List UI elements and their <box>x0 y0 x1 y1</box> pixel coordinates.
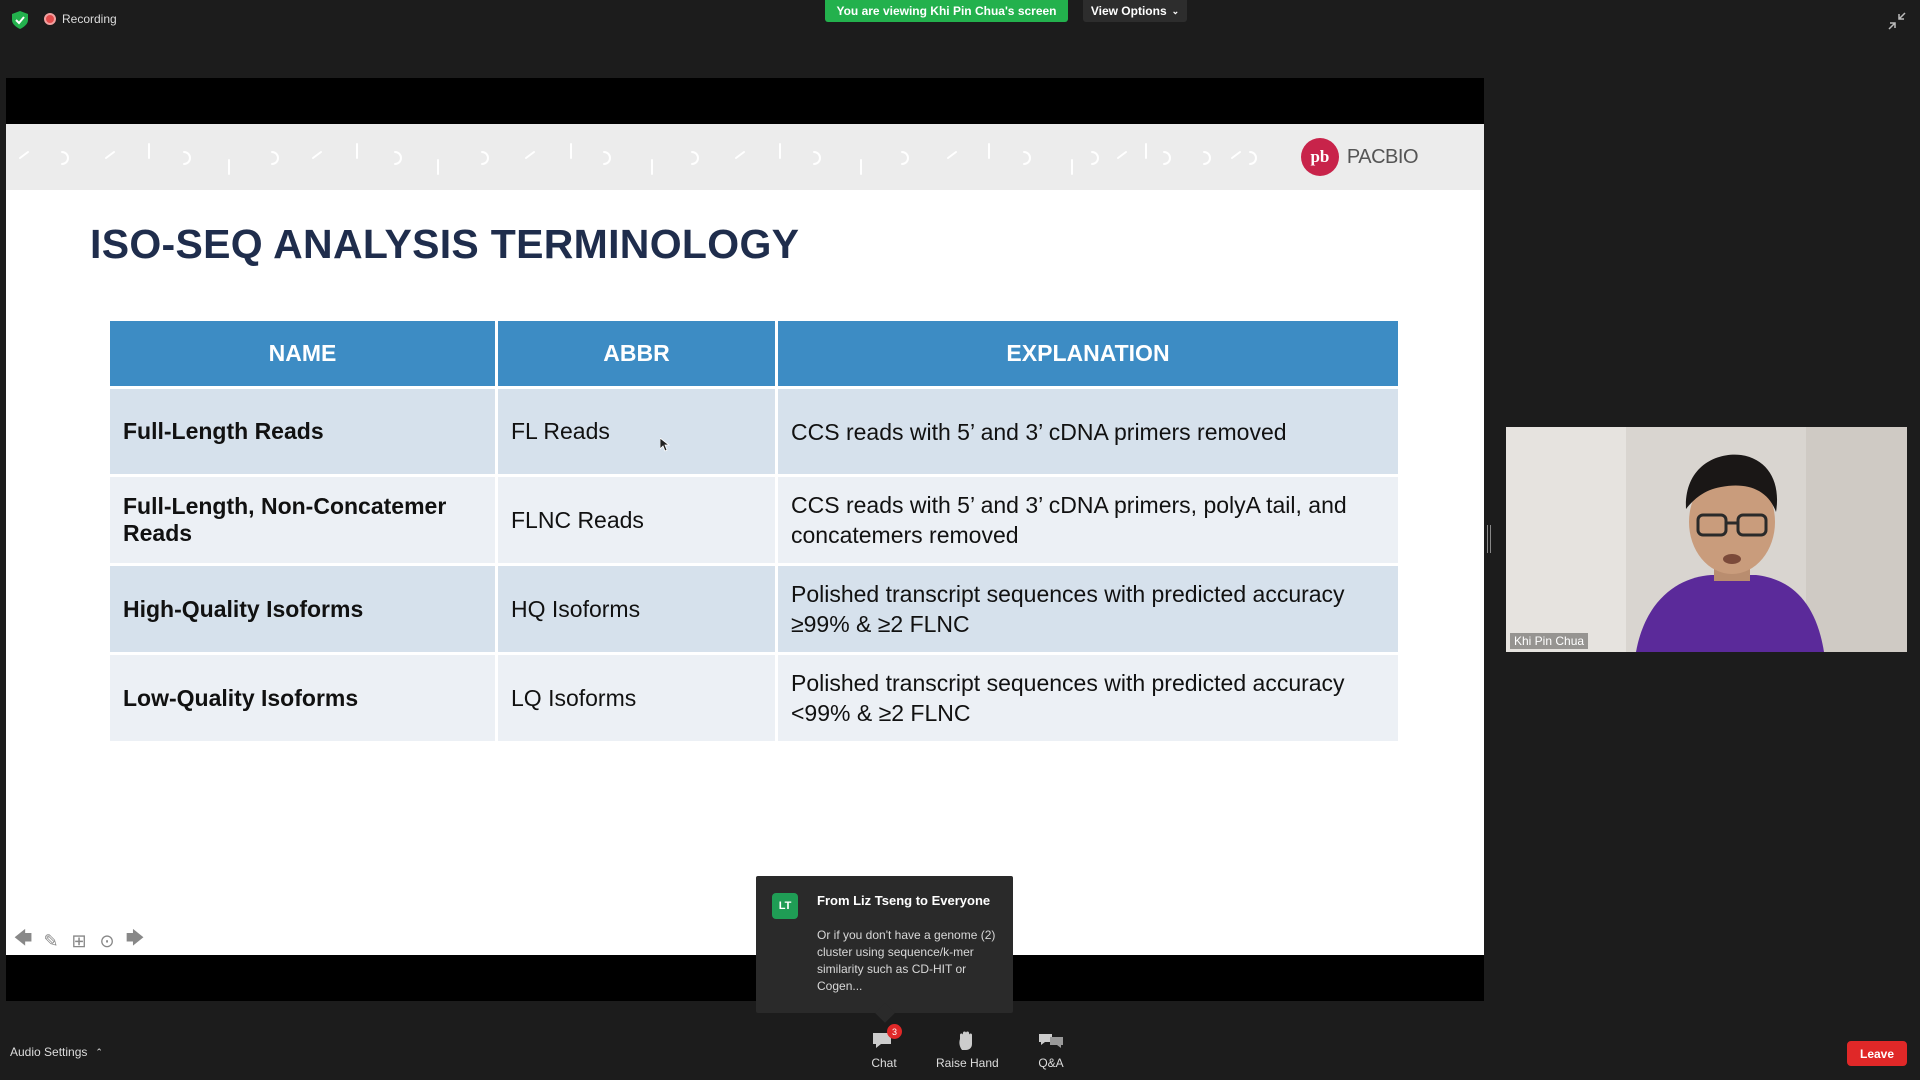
cell-name: Full-Length Reads <box>110 389 495 474</box>
raise-hand-button[interactable]: Raise Hand <box>936 1030 999 1070</box>
next-slide-icon[interactable]: 🡆 <box>124 928 146 952</box>
cell-abbr: FL Reads <box>498 389 775 474</box>
participant-name-label: Khi Pin Chua <box>1510 633 1589 649</box>
cell-name: Low-Quality Isoforms <box>110 655 495 741</box>
sender-avatar: LT <box>772 893 798 919</box>
slides-overview-icon[interactable]: ⊞ <box>68 930 90 952</box>
previous-slide-icon[interactable]: 🡄 <box>12 928 34 952</box>
chat-label: Chat <box>871 1056 897 1070</box>
top-bar: Recording You are viewing Khi Pin Chua's… <box>0 0 1920 40</box>
table-row: Low-Quality Isoforms LQ Isoforms Polishe… <box>110 655 1398 741</box>
pacbio-logo-text: PACBIO <box>1346 145 1419 168</box>
header-name: NAME <box>110 321 495 386</box>
exit-fullscreen-icon[interactable] <box>1888 12 1906 30</box>
presentation-slide: pb PACBIO ISO-SEQ ANALYSIS TERMINOLOGY N… <box>6 124 1484 955</box>
terminology-table: NAME ABBR EXPLANATION Full-Length Reads … <box>107 318 1401 744</box>
qa-button[interactable]: Q&A <box>1038 1030 1064 1070</box>
chat-notification[interactable]: LT From Liz Tseng to Everyone Or if you … <box>756 876 1013 1013</box>
slide-navigation: 🡄 ✎ ⊞ ⊙ 🡆 <box>12 928 146 952</box>
view-options-label: View Options <box>1090 4 1167 18</box>
cell-name: High-Quality Isoforms <box>110 566 495 652</box>
cell-abbr: LQ Isoforms <box>498 655 775 741</box>
slide-header-band: pb PACBIO <box>6 124 1484 190</box>
cell-explanation: CCS reads with 5’ and 3’ cDNA primers re… <box>778 389 1398 474</box>
qa-label: Q&A <box>1038 1056 1064 1070</box>
slide-title: ISO-SEQ ANALYSIS TERMINOLOGY <box>90 221 800 267</box>
decorative-pattern <box>19 143 1257 175</box>
chat-button[interactable]: 3 Chat <box>871 1024 902 1070</box>
participant-video-image <box>1506 427 1907 652</box>
raise-hand-label: Raise Hand <box>936 1056 999 1070</box>
recording-dot-icon <box>44 13 56 25</box>
pen-icon[interactable]: ✎ <box>40 930 62 952</box>
chat-bubble-icon: 3 <box>871 1024 902 1052</box>
qa-bubbles-icon <box>1038 1030 1064 1052</box>
viewing-screen-banner: You are viewing Khi Pin Chua's screen <box>825 0 1068 22</box>
table-header-row: NAME ABBR EXPLANATION <box>110 321 1398 386</box>
audio-settings-label: Audio Settings <box>10 1045 88 1059</box>
chat-unread-badge: 3 <box>887 1024 902 1039</box>
table-row: Full-Length, Non-Concatemer Reads FLNC R… <box>110 477 1398 563</box>
table-row: Full-Length Reads FL Reads CCS reads wit… <box>110 389 1398 474</box>
cell-explanation: Polished transcript sequences with predi… <box>778 655 1398 741</box>
header-explanation: EXPLANATION <box>778 321 1398 386</box>
mouse-cursor-icon <box>660 438 670 452</box>
view-options-button[interactable]: View Options ⌄ <box>1083 0 1187 22</box>
more-options-icon[interactable]: ⊙ <box>96 930 118 952</box>
chevron-down-icon: ⌄ <box>1171 5 1180 16</box>
chat-sender: From Liz Tseng to Everyone <box>817 893 991 908</box>
header-abbr: ABBR <box>498 321 775 386</box>
hand-icon <box>954 1030 980 1052</box>
participant-video-tile[interactable]: Khi Pin Chua <box>1506 427 1907 652</box>
leave-button[interactable]: Leave <box>1847 1041 1907 1066</box>
shared-screen: pb PACBIO ISO-SEQ ANALYSIS TERMINOLOGY N… <box>6 78 1484 1001</box>
cell-explanation: CCS reads with 5’ and 3’ cDNA primers, p… <box>778 477 1398 563</box>
cell-abbr: HQ Isoforms <box>498 566 775 652</box>
cell-explanation: Polished transcript sequences with predi… <box>778 566 1398 652</box>
table-row: High-Quality Isoforms HQ Isoforms Polish… <box>110 566 1398 652</box>
audio-settings-button[interactable]: Audio Settings ⌃ <box>10 1045 103 1059</box>
pacbio-logo-mark: pb <box>1300 138 1339 176</box>
cell-name: Full-Length, Non-Concatemer Reads <box>110 477 495 563</box>
pacbio-logo: pb PACBIO <box>1300 138 1419 176</box>
chevron-up-icon: ⌃ <box>95 1046 103 1057</box>
recording-indicator[interactable]: Recording <box>44 12 117 26</box>
cell-abbr: FLNC Reads <box>498 477 775 563</box>
security-shield-icon[interactable] <box>12 11 28 29</box>
recording-label: Recording <box>62 12 117 26</box>
chat-message: Or if you don't have a genome (2) cluste… <box>817 928 996 993</box>
panel-resize-handle[interactable] <box>1487 525 1491 553</box>
